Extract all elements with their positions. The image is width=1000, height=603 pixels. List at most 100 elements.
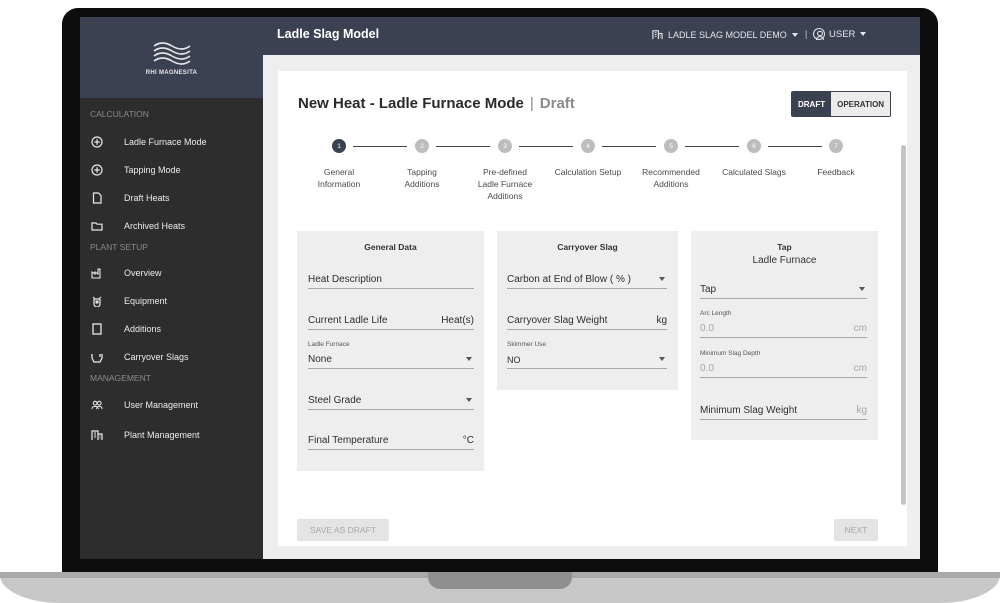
sidebar-item-label: User Management [124,400,199,410]
stepper-connector [436,146,490,147]
dropdown-arrow-icon [466,357,472,361]
step-4-indicator[interactable]: 4 [581,139,595,153]
tap-panel: Tap Ladle Furnace Tap Arc Length 0.0 cm … [691,231,878,440]
user-name: USER [829,28,856,40]
sidebar-item-additions[interactable]: Additions [80,315,263,343]
sidebar-item-archived-heats[interactable]: Archived Heats [80,212,263,240]
top-header: Ladle Slag Model LADLE SLAG MODEL DEMO |… [263,17,920,55]
folder-icon [91,220,103,232]
factory-icon [91,267,103,279]
step-3-indicator[interactable]: 3 [498,139,512,153]
user-circle-icon [813,28,825,40]
draft-mode-button[interactable]: DRAFT [792,92,832,116]
carryover-slag-panel: Carryover Slag Carbon at End of Blow ( %… [497,231,678,390]
next-button[interactable]: NEXT [834,519,878,541]
user-menu[interactable]: USER [813,28,867,40]
step-7-label: Feedback [817,167,855,177]
step-1-indicator[interactable]: 1 [332,139,346,153]
arc-length-caption: Arc Length [700,310,732,317]
select-value: None [308,354,332,365]
brand-logo[interactable]: RHI MAGNESITA [80,17,263,98]
sidebar-item-draft-heats[interactable]: Draft Heats [80,184,263,212]
step-5-label: Recommended Additions [642,167,700,189]
field-unit: kg [856,405,867,416]
field-label: Steel Grade [308,395,362,406]
general-data-panel: General Data Heat Description Current La… [297,231,484,471]
users-icon [91,399,103,411]
step-3-label: Pre-defined Ladle Furnace Additions [477,167,533,201]
tenant-selector[interactable]: LADLE SLAG MODEL DEMO [652,29,798,40]
laptop-notch [428,572,572,589]
dropdown-arrow-icon [659,277,665,281]
field-unit: Heat(s) [441,315,474,326]
stepper-connector [353,146,407,147]
carryover-slag-weight-field[interactable]: Carryover Slag Weight kg [507,314,667,330]
step-1-label: General Information [317,167,361,189]
sidebar-item-equipment[interactable]: Equipment [80,287,263,315]
page-title-text: New Heat - Ladle Furnace Mode [298,95,524,112]
panel-title: Carryover Slag [557,242,618,252]
sidebar-item-plant-management[interactable]: Plant Management [80,421,263,449]
min-slag-depth-caption: Minimum Slag Depth [700,350,761,357]
stepper-connector [602,146,656,147]
sidebar-item-label: Draft Heats [124,193,170,203]
field-label: Carbon at End of Blow ( % ) [507,274,631,285]
ladle-furnace-select[interactable]: None [308,353,474,369]
file-icon [91,192,103,204]
page-title: New Heat - Ladle Furnace Mode | Draft [298,95,575,112]
sidebar-item-label: Additions [124,324,162,334]
step-6-label: Calculated Slags [722,167,786,177]
step-5-indicator[interactable]: 5 [664,139,678,153]
building-icon [91,429,103,441]
square-icon [91,323,103,335]
header-separator: | [805,29,808,39]
sidebar-section-plant-setup: PLANT SETUP [90,242,148,252]
sidebar-item-overview[interactable]: Overview [80,259,263,287]
ladle-icon [91,351,103,363]
field-value: 0.0 [700,363,714,374]
sidebar-item-label: Equipment [124,296,168,306]
min-slag-weight-field[interactable]: Minimum Slag Weight kg [700,404,867,420]
ladle-furnace-caption: Ladle Furnace [308,341,350,348]
sidebar-item-ladle-furnace-mode[interactable]: Ladle Furnace Mode [80,128,263,156]
field-label: Final Temperature [308,435,389,446]
sidebar-item-tapping-mode[interactable]: Tapping Mode [80,156,263,184]
sidebar-section-calculation: CALCULATION [90,109,149,119]
operation-mode-button[interactable]: OPERATION [831,92,891,116]
stepper-connector [519,146,573,147]
step-2-indicator[interactable]: 2 [415,139,429,153]
brand-name: RHI MAGNESITA [145,69,198,76]
field-label: Carryover Slag Weight [507,315,608,326]
title-separator: | [529,95,534,112]
save-as-draft-button[interactable]: SAVE AS DRAFT [297,519,389,541]
heat-description-field[interactable]: Heat Description [308,273,474,289]
sidebar-section-management: MANAGEMENT [90,373,151,383]
dropdown-arrow-icon [466,398,472,402]
step-6-indicator[interactable]: 6 [747,139,761,153]
sidebar-item-carryover-slags[interactable]: Carryover Slags [80,343,263,371]
final-temperature-field[interactable]: Final Temperature °C [308,434,474,450]
skimmer-use-select[interactable]: NO [507,353,667,369]
tap-select[interactable]: Tap [700,283,867,299]
chevron-down-icon [791,32,798,37]
steel-grade-select[interactable]: Steel Grade [308,394,474,410]
step-2-label: Tapping Additions [404,167,440,189]
skimmer-use-caption: Skimmer Use [507,341,547,348]
carbon-end-of-blow-select[interactable]: Carbon at End of Blow ( % ) [507,273,667,289]
arc-length-field[interactable]: 0.0 cm [700,322,867,338]
stepper-connector [768,146,822,147]
sidebar-item-user-management[interactable]: User Management [80,391,263,419]
plus-circle-icon [91,164,103,176]
field-value: 0.0 [700,323,714,334]
stepper-connector [685,146,739,147]
current-ladle-life-field[interactable]: Current Ladle Life Heat(s) [308,314,474,330]
min-slag-depth-field[interactable]: 0.0 cm [700,362,867,378]
content-scrollbar[interactable] [901,145,906,505]
field-unit: °C [462,435,474,446]
sidebar-item-label: Carryover Slags [124,352,189,362]
step-7-indicator[interactable]: 7 [829,139,843,153]
select-value: NO [507,355,521,365]
field-label: Current Ladle Life [308,315,388,326]
plus-circle-icon [91,136,103,148]
equipment-icon [91,295,103,307]
